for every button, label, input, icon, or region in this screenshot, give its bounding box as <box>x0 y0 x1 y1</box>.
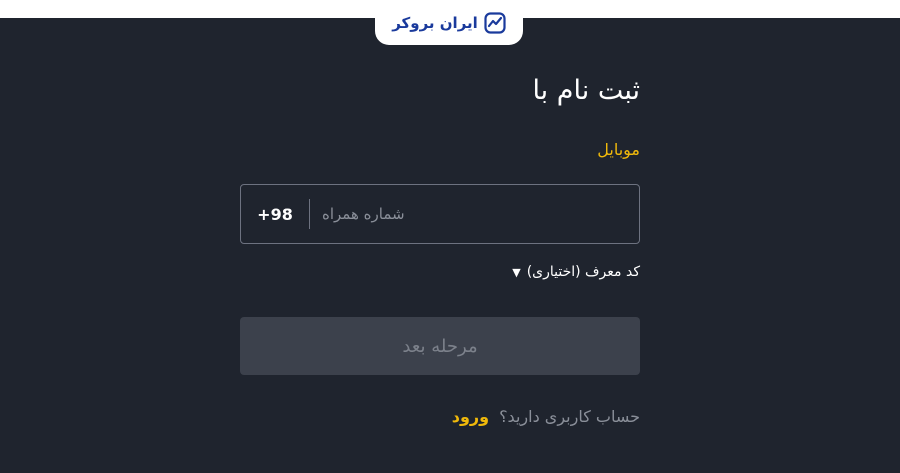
referral-label: کد معرف (اختیاری) <box>526 264 640 280</box>
page-title: ثبت نام با <box>532 75 640 106</box>
login-question: حساب کاربری دارید؟ <box>499 407 640 426</box>
brand-name: ایران بروکر <box>392 13 478 32</box>
chart-trend-icon <box>484 11 506 34</box>
login-prompt: حساب کاربری دارید؟ ورود <box>452 407 640 426</box>
signup-method-mobile[interactable]: موبایل <box>597 140 640 159</box>
caret-down-icon: ▼ <box>512 265 521 279</box>
signup-page: ایران بروکر ثبت نام با موبایل +98 کد معر… <box>0 0 900 473</box>
next-step-button[interactable]: مرحله بعد <box>240 317 640 375</box>
country-code[interactable]: +98 <box>241 205 309 224</box>
phone-field[interactable]: +98 <box>240 184 640 244</box>
referral-code-toggle[interactable]: کد معرف (اختیاری) ▼ <box>512 264 640 280</box>
login-link[interactable]: ورود <box>452 407 489 426</box>
dark-panel <box>0 18 900 473</box>
brand-logo-tab[interactable]: ایران بروکر <box>375 0 523 45</box>
phone-input[interactable] <box>310 185 639 243</box>
